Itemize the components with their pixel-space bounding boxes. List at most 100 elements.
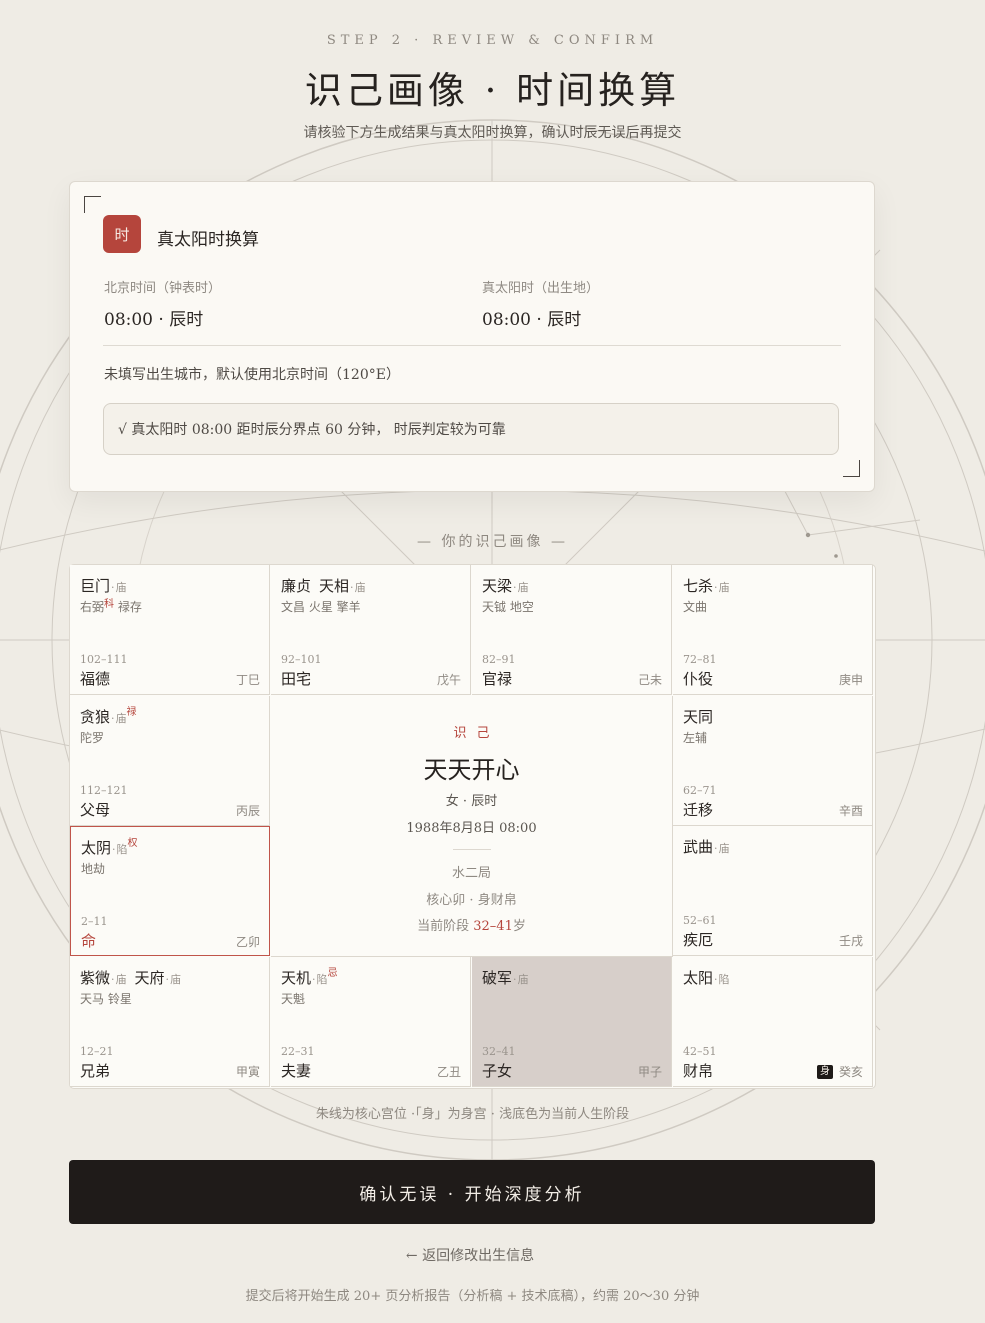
center-divider: [453, 849, 491, 850]
palace-minor-stars: 文曲: [683, 600, 708, 614]
palace-age-range: 92–101: [281, 653, 322, 666]
palace-ganzhi-wrap: 己未: [638, 671, 662, 688]
card-divider: [103, 345, 841, 346]
palace-ganzhi: 甲子: [637, 1065, 662, 1079]
major-star: 贪狼: [80, 708, 111, 726]
palace-cell-wei[interactable]: 天梁·庙 天钺 地空 82–91 官禄 己未: [472, 565, 672, 695]
center-birth: 1988年8月8日 08:00: [406, 821, 537, 836]
palace-ganzhi: 癸亥: [838, 1065, 863, 1079]
palace-name: 夫妻: [281, 1062, 312, 1080]
palace-major-stars: 巨门·庙: [80, 577, 127, 595]
palace-minor-stars: 天马 铃星: [80, 992, 132, 1006]
palace-cell-hai[interactable]: 太阳·陷 42–51 财帛 身癸亥: [673, 957, 873, 1087]
major-star: 天梁: [482, 577, 513, 595]
card-corner-bottom-right: [843, 460, 860, 477]
palace-ganzhi-wrap: 庚申: [839, 671, 863, 688]
major-star: 太阳: [683, 969, 714, 987]
palace-cell-shen[interactable]: 七杀·庙 文曲 72–81 仆役 庚申: [673, 565, 873, 695]
star-brightness: 庙: [354, 581, 366, 594]
body-palace-badge: 身: [816, 1064, 833, 1079]
major-star: 巨门: [80, 577, 111, 595]
confirm-button-label: 确认无误 · 开始深度分析: [359, 1184, 585, 1205]
solar-card-title: 真太阳时换算: [157, 230, 259, 250]
submit-footnote: 提交后将开始生成 20+ 页分析报告（分析稿 + 技术底稿），约需 20～30 …: [245, 1289, 700, 1304]
palace-name: 子女: [482, 1062, 513, 1080]
beijing-time-value: 08:00 · 辰时: [104, 310, 204, 330]
palace-ganzhi-wrap: 乙卯: [236, 933, 260, 950]
stage-value: 32–41: [473, 919, 513, 934]
section-label: — 你的识己画像 —: [417, 534, 568, 550]
major-star: 廉贞: [281, 577, 312, 595]
palace-ganzhi-wrap: 甲子: [638, 1063, 662, 1080]
major-star: 破军: [482, 969, 513, 987]
palace-major-stars: 武曲·庙: [683, 838, 730, 856]
palace-ganzhi: 壬戌: [838, 934, 863, 948]
minor-star-mutagen: 科: [104, 599, 115, 610]
chart-center-panel: 识己 天天开心 女 · 辰时 1988年8月8日 08:00 水二局 核心卯 ·…: [271, 696, 673, 957]
back-edit-link[interactable]: ← 返回修改出生信息: [0, 1245, 940, 1265]
palace-cell-chen[interactable]: 贪狼·庙禄 陀罗 112–121 父母 丙辰: [70, 696, 270, 826]
palace-minor-stars: 文昌 火星 擎羊: [281, 600, 361, 614]
palace-cell-si[interactable]: 巨门·庙 右弼科 禄存 102–111 福德 丁巳: [70, 565, 270, 695]
palace-age-range: 32–41: [482, 1045, 516, 1058]
page-subtitle: 请核验下方生成结果与真太阳时换算，确认时辰无误后再提交: [303, 125, 682, 141]
center-name: 天天开心: [423, 756, 520, 784]
palace-ganzhi-wrap: 身癸亥: [816, 1063, 863, 1080]
palace-age-range: 42–51: [683, 1045, 717, 1058]
step-indicator: STEP 2 · REVIEW & CONFIRM: [326, 33, 659, 48]
palace-name: 田宅: [281, 670, 312, 688]
palace-cell-yin[interactable]: 紫微·庙 天府·庙 天马 铃星 12–21 兄弟 甲寅: [70, 957, 270, 1087]
city-default-note: 未填写出生城市，默认使用北京时间（120°E）: [104, 367, 400, 383]
palace-age-range: 2–11: [81, 915, 108, 928]
center-stage: 当前阶段 32–41岁: [271, 915, 672, 934]
star-brightness: 庙: [115, 712, 127, 725]
palace-major-stars: 天机·陷忌: [281, 968, 338, 987]
palace-ganzhi: 庚申: [838, 673, 863, 687]
palace-age-range: 82–91: [482, 653, 516, 666]
palace-ganzhi: 甲寅: [235, 1065, 260, 1079]
palace-minor-stars: 天魁: [281, 992, 306, 1006]
chart-legend: 朱线为核心宫位 ·「身」为身宫 · 浅底色为当前人生阶段: [315, 1107, 630, 1122]
palace-ganzhi-wrap: 甲寅: [236, 1063, 260, 1080]
palace-minor-stars: 地劫: [81, 862, 106, 876]
palace-minor-stars: 左辅: [683, 731, 708, 745]
palace-major-stars: 紫微·庙 天府·庙: [80, 969, 182, 987]
stage-prefix: 当前阶段: [417, 919, 474, 934]
center-core: 核心卯 · 身财帛: [426, 893, 517, 908]
palace-cell-mao[interactable]: 太阴·陷权地劫 2–11 命 乙卯: [70, 826, 270, 956]
palace-major-stars: 天梁·庙: [482, 577, 529, 595]
major-star: 太阴: [81, 839, 112, 857]
palace-cell-you[interactable]: 天同 左辅 62–71 迁移 辛酉: [673, 696, 873, 826]
palace-name: 福德: [80, 670, 111, 688]
palace-ganzhi: 丁巳: [235, 673, 260, 687]
palace-ganzhi: 戊午: [436, 673, 461, 687]
solar-time-value: 08:00 · 辰时: [482, 310, 582, 330]
reliability-check-text: √ 真太阳时 08:00 距时辰分界点 60 分钟， 时辰判定较为可靠: [118, 422, 506, 438]
palace-name: 命: [81, 932, 97, 950]
palace-ganzhi-wrap: 戊午: [437, 671, 461, 688]
center-tag: 识己: [453, 726, 500, 741]
palace-cell-wu[interactable]: 廉贞 天相·庙文昌 火星 擎羊 92–101 田宅 戊午: [271, 565, 471, 695]
palace-major-stars: 太阴·陷权: [81, 838, 138, 857]
major-star: 天相: [319, 577, 350, 595]
palace-cell-zi[interactable]: 破军·庙 32–41 子女 甲子: [472, 957, 672, 1087]
palace-age-range: 112–121: [80, 784, 128, 797]
palace-cell-xu[interactable]: 武曲·庙 52–61 疾厄 壬戌: [673, 826, 873, 956]
palace-cell-chou[interactable]: 天机·陷忌 天魁 22–31 夫妻 乙丑: [271, 957, 471, 1087]
star-brightness: 陷: [718, 973, 730, 986]
palace-major-stars: 廉贞 天相·庙: [281, 577, 366, 595]
major-star: 天府: [134, 969, 165, 987]
palace-ganzhi-wrap: 丙辰: [236, 802, 260, 819]
palace-name: 迁移: [683, 801, 714, 819]
palace-major-stars: 贪狼·庙禄: [80, 707, 137, 726]
palace-name: 兄弟: [80, 1062, 111, 1080]
palace-ganzhi: 乙丑: [436, 1065, 461, 1079]
palace-ganzhi-wrap: 辛酉: [839, 802, 863, 819]
center-gender-time: 女 · 辰时: [445, 794, 498, 809]
palace-ganzhi: 己未: [637, 673, 662, 687]
card-corner-top-left: [84, 196, 101, 213]
confirm-analyze-button[interactable]: 确认无误 · 开始深度分析: [69, 1160, 875, 1224]
star-brightness: 庙: [517, 581, 529, 594]
star-brightness: 庙: [517, 973, 529, 986]
star-brightness: 庙: [115, 973, 127, 986]
